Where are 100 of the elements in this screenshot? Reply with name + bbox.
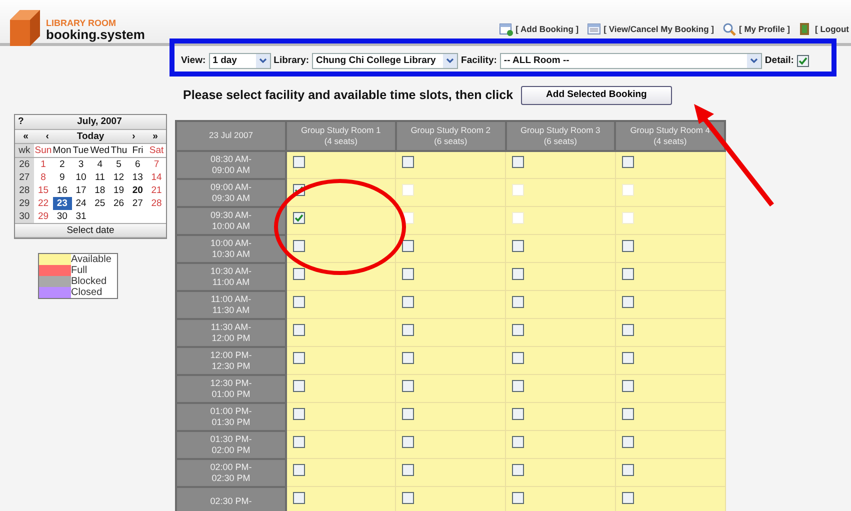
today-button[interactable]: Today	[58, 130, 123, 144]
month-nav-button[interactable]: ‹	[36, 130, 58, 144]
checkbox[interactable]	[402, 380, 414, 392]
checkbox[interactable]	[402, 352, 414, 364]
column-header: Group Study Room 2 (6 seats)	[396, 120, 506, 151]
calendar-day[interactable]: 25	[90, 197, 110, 210]
calendar-day[interactable]: 1	[34, 158, 53, 172]
calendar-day[interactable]: 12	[109, 171, 128, 184]
calendar-day[interactable]: 29	[34, 210, 53, 224]
date-header: 23 Jul 2007	[176, 120, 286, 151]
checkbox[interactable]	[512, 436, 524, 448]
checkbox[interactable]	[293, 408, 305, 420]
dropdown[interactable]: Chung Chi College Library	[312, 53, 458, 69]
checkbox[interactable]	[622, 464, 634, 476]
calendar-day[interactable]: 21	[147, 184, 166, 198]
checkbox[interactable]	[293, 436, 305, 448]
checkbox[interactable]	[402, 492, 414, 504]
checkbox[interactable]	[402, 408, 414, 420]
calendar-day[interactable]: 19	[109, 184, 128, 198]
checkbox[interactable]	[622, 380, 634, 392]
week-number: 28	[15, 184, 34, 198]
nav-link[interactable]: [ Add Booking ]	[498, 22, 579, 36]
calendar-day[interactable]: 23	[52, 197, 72, 210]
calendar-day[interactable]: 28	[147, 197, 166, 210]
checkbox[interactable]	[512, 380, 524, 392]
calendar-day[interactable]: 2	[52, 158, 72, 172]
checkbox[interactable]	[622, 268, 634, 280]
calendar-day[interactable]: 30	[52, 210, 72, 224]
time-cell: 02:30 PM-	[176, 486, 286, 511]
calendar-day[interactable]: 7	[147, 158, 166, 172]
calendar-day[interactable]: 14	[147, 171, 166, 184]
checkbox[interactable]	[293, 156, 305, 168]
calendar-day[interactable]: 26	[109, 197, 128, 210]
checkbox[interactable]	[402, 324, 414, 336]
calendar-day[interactable]: 3	[72, 158, 90, 172]
nav-link[interactable]: [ My Profile ]	[722, 22, 790, 36]
dropdown[interactable]: 1 day	[208, 53, 271, 69]
checkbox[interactable]	[293, 268, 305, 280]
nav-link[interactable]: [ Logout	[798, 22, 849, 36]
checkbox[interactable]	[402, 240, 414, 252]
logo-subtitle: booking.system	[46, 28, 145, 42]
calendar-day[interactable]: 22	[34, 197, 53, 210]
calendar-day[interactable]: 8	[34, 171, 53, 184]
dropdown[interactable]: -- ALL Room --	[500, 53, 762, 69]
checkbox[interactable]	[402, 464, 414, 476]
checkbox[interactable]	[512, 240, 524, 252]
checkbox[interactable]	[402, 268, 414, 280]
calendar-day[interactable]: 9	[52, 171, 72, 184]
calendar-day[interactable]: 15	[34, 184, 53, 198]
checkbox[interactable]	[622, 240, 634, 252]
checkbox[interactable]	[293, 240, 305, 252]
calendar-day[interactable]: 11	[90, 171, 110, 184]
checkbox[interactable]	[512, 408, 524, 420]
checkbox[interactable]	[512, 296, 524, 308]
checkbox[interactable]	[293, 324, 305, 336]
checkbox[interactable]	[622, 296, 634, 308]
month-nav-button[interactable]: ›	[122, 130, 144, 144]
calendar-day[interactable]: 6	[128, 158, 148, 172]
nav-link[interactable]: [ View/Cancel My Booking ]	[586, 22, 714, 36]
calendar-day[interactable]: 24	[72, 197, 90, 210]
checkbox[interactable]	[622, 492, 634, 504]
checkbox[interactable]	[512, 268, 524, 280]
calendar-day[interactable]: 5	[109, 158, 128, 172]
field-label: Detail:	[764, 54, 794, 68]
checkbox[interactable]	[622, 324, 634, 336]
help-button[interactable]: ?	[15, 115, 33, 130]
calendar-day[interactable]: 18	[90, 184, 110, 198]
calendar-day[interactable]: 17	[72, 184, 90, 198]
calendar-day[interactable]: 27	[128, 197, 148, 210]
checkbox[interactable]	[402, 156, 414, 168]
checkbox[interactable]	[402, 436, 414, 448]
checkbox[interactable]	[622, 408, 634, 420]
calendar-day[interactable]: 10	[72, 171, 90, 184]
checkbox[interactable]	[512, 324, 524, 336]
checkbox[interactable]	[512, 352, 524, 364]
checkbox[interactable]	[512, 464, 524, 476]
caret-icon	[750, 58, 758, 64]
month-nav-button[interactable]: «	[15, 130, 37, 144]
checkbox[interactable]	[293, 296, 305, 308]
checkbox[interactable]	[293, 492, 305, 504]
checkbox[interactable]	[512, 156, 524, 168]
checkbox[interactable]	[402, 296, 414, 308]
calendar-day[interactable]: 20	[128, 184, 148, 198]
checkbox[interactable]	[796, 55, 809, 67]
checkbox[interactable]	[293, 352, 305, 364]
add-booking-button[interactable]: Add Selected Booking	[521, 86, 672, 104]
month-nav-button[interactable]: »	[144, 130, 166, 144]
checkbox[interactable]	[293, 212, 305, 224]
checkbox[interactable]	[293, 380, 305, 392]
checkbox[interactable]	[293, 464, 305, 476]
calendar-day[interactable]: 31	[72, 210, 90, 224]
checkbox[interactable]	[622, 352, 634, 364]
weekday-label: Thu	[110, 144, 128, 158]
checkbox[interactable]	[622, 436, 634, 448]
calendar-day[interactable]: 4	[90, 158, 110, 172]
checkbox[interactable]	[512, 492, 524, 504]
calendar-day[interactable]: 13	[128, 171, 148, 184]
checkbox[interactable]	[622, 156, 634, 168]
calendar-day[interactable]: 16	[52, 184, 72, 198]
window-icon	[586, 22, 601, 36]
